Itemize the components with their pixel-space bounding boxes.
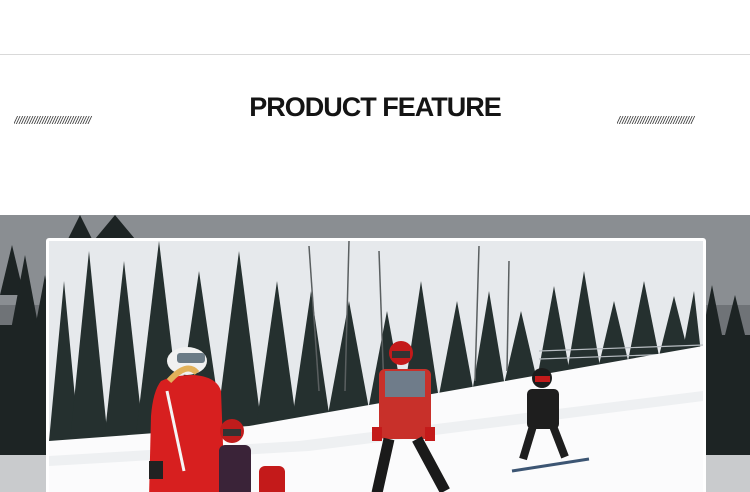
ski-scene-illustration [49,241,703,492]
feature-photo-section [0,215,750,492]
top-band [0,0,750,54]
skiing-family-photo [49,241,703,492]
photo-frame [46,238,706,492]
feature-header: ////////////////////////////// PRODUCT F… [0,55,750,215]
right-hatch-decoration: ////////////////////////////// [617,115,694,127]
